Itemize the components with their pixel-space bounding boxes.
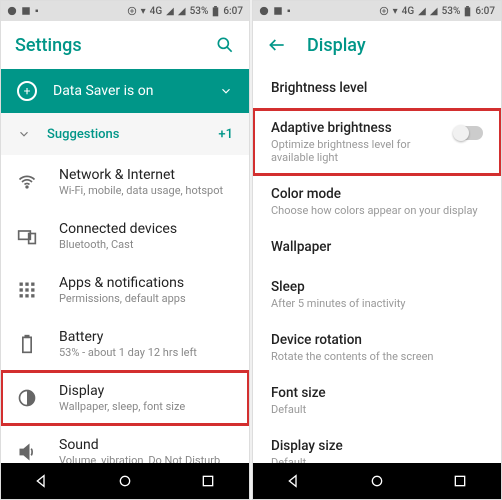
data-saver-status-icon xyxy=(127,6,137,16)
display-settings-list: Brightness level Adaptive brightness Opt… xyxy=(253,69,501,463)
home-icon[interactable] xyxy=(117,473,133,489)
battery-percent: 53% xyxy=(442,6,461,17)
recents-icon[interactable] xyxy=(200,473,216,489)
settings-item-connected-devices[interactable]: Connected devices Bluetooth, Cast xyxy=(1,209,249,263)
item-subtitle: Choose how colors appear on your display xyxy=(271,204,483,217)
whatsapp-icon xyxy=(259,6,269,16)
devices-icon xyxy=(17,226,37,246)
sound-icon xyxy=(17,442,37,462)
item-subtitle: Rotate the contents of the screen xyxy=(271,350,483,363)
signal-bars-icon-2: ◢ xyxy=(430,6,438,17)
settings-item-network[interactable]: Network & Internet Wi-Fi, mobile, data u… xyxy=(1,155,249,209)
whatsapp-icon xyxy=(7,6,17,16)
display-item-brightness[interactable]: Brightness level xyxy=(253,69,501,109)
screenshot-icon xyxy=(21,6,31,16)
screenshot-icon xyxy=(273,6,283,16)
item-title: Display xyxy=(59,383,185,399)
signal-icon: ▾ xyxy=(393,6,398,17)
adaptive-brightness-toggle[interactable] xyxy=(455,126,483,140)
signal-icon: ▾ xyxy=(141,6,146,17)
display-screen: ▪ ▾ 4G ◢ ◢ 53% 6:07 Display Brightness l… xyxy=(252,0,502,500)
back-icon[interactable] xyxy=(286,473,302,489)
item-subtitle: 53% - about 1 day 12 hrs left xyxy=(59,346,197,359)
status-bar: ▪ ▾ 4G ◢ ◢ 53% 6:07 xyxy=(253,1,501,21)
data-saver-banner[interactable]: + Data Saver is on xyxy=(1,69,249,113)
apps-icon xyxy=(17,280,37,300)
banner-text: Data Saver is on xyxy=(53,83,203,99)
display-item-rotation[interactable]: Device rotation Rotate the contents of t… xyxy=(253,321,501,374)
item-subtitle: Default xyxy=(271,456,483,463)
battery-percent: 53% xyxy=(190,6,209,17)
item-title: Font size xyxy=(271,385,483,401)
battery-icon xyxy=(212,6,219,17)
data-saver-icon: + xyxy=(17,81,37,101)
wifi-icon xyxy=(17,172,37,192)
home-icon[interactable] xyxy=(369,473,385,489)
item-subtitle: Volume, vibration, Do Not Disturb xyxy=(59,454,220,463)
signal-bars-icon: ◢ xyxy=(418,6,426,17)
item-title: Apps & notifications xyxy=(59,275,186,291)
display-item-font-size[interactable]: Font size Default xyxy=(253,374,501,427)
item-subtitle: Wallpaper, sleep, font size xyxy=(59,400,185,413)
item-title: Wallpaper xyxy=(271,239,483,255)
clock: 6:07 xyxy=(475,6,495,17)
display-item-wallpaper[interactable]: Wallpaper xyxy=(253,228,501,268)
navigation-bar xyxy=(1,463,249,499)
navigation-bar xyxy=(253,463,501,499)
item-subtitle: Bluetooth, Cast xyxy=(59,238,177,251)
item-subtitle: Optimize brightness level for available … xyxy=(271,138,445,164)
item-title: Adaptive brightness xyxy=(271,120,445,136)
settings-screen: ▪ ▾ 4G ◢ ◢ 53% 6:07 Settings + Data Save… xyxy=(0,0,250,500)
item-title: Network & Internet xyxy=(59,167,223,183)
item-title: Sleep xyxy=(271,279,483,295)
notification-icon: ▪ xyxy=(287,6,291,17)
back-arrow-icon[interactable] xyxy=(267,35,287,55)
network-type: 4G xyxy=(402,6,415,17)
suggestions-row[interactable]: Suggestions +1 xyxy=(1,113,249,155)
item-title: Device rotation xyxy=(271,332,483,348)
display-item-display-size[interactable]: Display size Default xyxy=(253,427,501,463)
suggestions-label: Suggestions xyxy=(47,127,202,142)
display-item-color-mode[interactable]: Color mode Choose how colors appear on y… xyxy=(253,175,501,228)
signal-bars-icon-2: ◢ xyxy=(178,6,186,17)
notification-icon: ▪ xyxy=(35,6,39,17)
settings-item-display[interactable]: Display Wallpaper, sleep, font size xyxy=(1,371,249,425)
item-title: Color mode xyxy=(271,186,483,202)
search-icon[interactable] xyxy=(215,35,235,55)
page-title: Settings xyxy=(15,35,195,56)
chevron-down-icon xyxy=(17,127,31,141)
item-subtitle: Default xyxy=(271,403,483,416)
network-type: 4G xyxy=(150,6,163,17)
item-title: Sound xyxy=(59,437,220,453)
display-item-sleep[interactable]: Sleep After 5 minutes of inactivity xyxy=(253,268,501,321)
settings-item-apps[interactable]: Apps & notifications Permissions, defaul… xyxy=(1,263,249,317)
settings-list: Network & Internet Wi-Fi, mobile, data u… xyxy=(1,155,249,463)
recents-icon[interactable] xyxy=(452,473,468,489)
battery-icon xyxy=(464,6,471,17)
data-saver-status-icon xyxy=(379,6,389,16)
item-subtitle: Wi-Fi, mobile, data usage, hotspot xyxy=(59,184,223,197)
app-bar: Settings xyxy=(1,21,249,69)
display-icon xyxy=(17,388,37,408)
item-subtitle: Permissions, default apps xyxy=(59,292,186,305)
item-subtitle: After 5 minutes of inactivity xyxy=(271,297,483,310)
display-item-adaptive-brightness[interactable]: Adaptive brightness Optimize brightness … xyxy=(253,109,501,175)
back-icon[interactable] xyxy=(34,473,50,489)
settings-item-battery[interactable]: Battery 53% - about 1 day 12 hrs left xyxy=(1,317,249,371)
signal-bars-icon: ◢ xyxy=(166,6,174,17)
page-title: Display xyxy=(307,35,487,56)
status-bar: ▪ ▾ 4G ◢ ◢ 53% 6:07 xyxy=(1,1,249,21)
app-bar: Display xyxy=(253,21,501,69)
battery-icon xyxy=(17,334,37,354)
suggestions-count: +1 xyxy=(218,127,233,142)
clock: 6:07 xyxy=(223,6,243,17)
item-title: Battery xyxy=(59,329,197,345)
item-title: Brightness level xyxy=(271,80,483,96)
chevron-down-icon xyxy=(219,84,233,98)
settings-item-sound[interactable]: Sound Volume, vibration, Do Not Disturb xyxy=(1,425,249,463)
item-title: Connected devices xyxy=(59,221,177,237)
item-title: Display size xyxy=(271,438,483,454)
